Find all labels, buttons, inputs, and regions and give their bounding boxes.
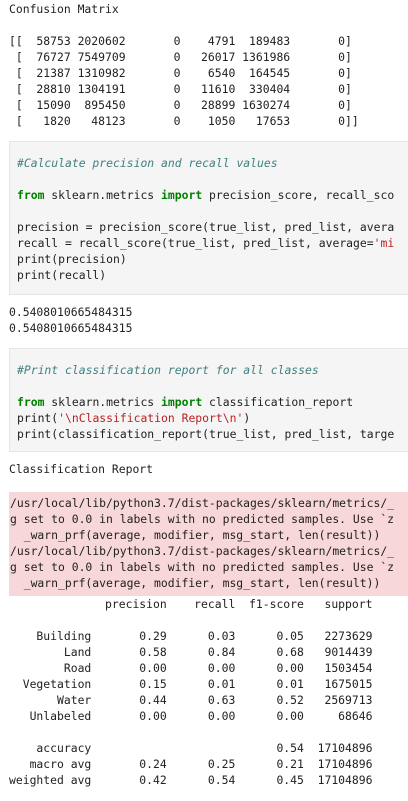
code-line-precision: precision = precision_score(true_list, p… <box>17 220 395 234</box>
warning-line: _warn_prf(average, modifier, msg_start, … <box>10 576 381 590</box>
code-text: print( <box>17 411 59 425</box>
import-names: classification_report <box>202 395 354 409</box>
report-row: Land 0.58 0.84 0.68 9014439 <box>9 645 373 659</box>
code-line-print: print(precision) <box>17 252 127 266</box>
warning-line: g set to 0.0 in labels with no predicted… <box>10 512 395 526</box>
keyword-from: from <box>17 395 45 409</box>
import-line: from sklearn.metrics import classificati… <box>10 394 408 410</box>
report-row: Unlabeled 0.00 0.00 0.00 68646 <box>9 709 373 723</box>
matrix-row: [ 21387 1310982 0 6540 164545 0] <box>9 66 352 80</box>
output-title: Confusion Matrix <box>9 2 119 16</box>
code-comment: #Print classification report for all cla… <box>17 363 319 377</box>
warning-line: /usr/local/lib/python3.7/dist-packages/s… <box>10 544 395 558</box>
matrix-row: [ 28810 1304191 0 11610 330404 0] <box>9 82 352 96</box>
output-title: Classification Report <box>9 462 154 476</box>
blank-line: ​ <box>0 724 408 740</box>
keyword-import: import <box>161 188 203 202</box>
report-output-title: Classification Report <box>0 461 408 477</box>
code-cell-classification-report[interactable]: #Print classification report for all cla… <box>9 348 408 452</box>
report-row: Building 0.29 0.03 0.05 2273629 <box>9 629 373 643</box>
code-text: recall = recall_score(true_list, pred_li… <box>17 236 374 250</box>
report-row-macro-avg: macro avg 0.24 0.25 0.21 17104896 <box>9 757 373 771</box>
import-names: precision_score, recall_sco <box>202 188 395 202</box>
confusion-matrix-output: Confusion Matrix ​ [[ 58753 2020602 0 47… <box>0 0 408 129</box>
report-row: Road 0.00 0.00 0.00 1503454 <box>9 661 373 675</box>
code-line-recall: recall = recall_score(true_list, pred_li… <box>10 235 408 251</box>
precision-recall-output: 0.5408010665484315 0.5408010665484315 <box>0 304 408 336</box>
warning-line: _warn_prf(average, modifier, msg_start, … <box>10 528 381 542</box>
matrix-row: [ 15090 895450 0 28899 1630274 0] <box>9 98 352 112</box>
stderr-warning-output: /usr/local/lib/python3.7/dist-packages/s… <box>9 492 408 596</box>
warning-line: /usr/local/lib/python3.7/dist-packages/s… <box>10 496 395 510</box>
string-literal: '\nClassification Report\n' <box>58 411 244 425</box>
keyword-from: from <box>17 188 45 202</box>
code-line-print-report: print(classification_report(true_list, p… <box>17 427 395 441</box>
report-row-accuracy: accuracy 0.54 17104896 <box>9 741 373 755</box>
code-text: ) <box>243 411 251 425</box>
module-name: sklearn.metrics <box>44 395 162 409</box>
string-literal: 'mi <box>373 236 395 250</box>
code-line-print-title: print('\nClassification Report\n') <box>10 410 408 426</box>
precision-value: 0.5408010665484315 <box>9 305 133 319</box>
matrix-row: [ 1820 48123 0 1050 17653 0]] <box>9 114 359 128</box>
report-row: Vegetation 0.15 0.01 0.01 1675015 <box>9 677 373 691</box>
keyword-import: import <box>161 395 203 409</box>
code-line-print: print(recall) <box>17 268 107 282</box>
recall-value: 0.5408010665484315 <box>9 321 133 335</box>
blank-line: ​ <box>0 17 408 33</box>
report-row: Water 0.44 0.63 0.52 2569713 <box>9 693 373 707</box>
classification-report-table: precision recall f1-score support ​ Buil… <box>0 596 408 788</box>
matrix-row: [ 76727 7549709 0 26017 1361986 0] <box>9 50 352 64</box>
matrix-row: [[ 58753 2020602 0 4791 189483 0] <box>9 34 352 48</box>
code-comment: #Calculate precision and recall values <box>17 156 278 170</box>
module-name: sklearn.metrics <box>44 188 162 202</box>
code-cell-precision-recall[interactable]: #Calculate precision and recall values ​… <box>9 141 408 295</box>
report-header: precision recall f1-score support <box>9 597 373 611</box>
warning-line: g set to 0.0 in labels with no predicted… <box>10 560 395 574</box>
import-line: from sklearn.metrics import precision_sc… <box>10 187 408 203</box>
report-row-weighted-avg: weighted avg 0.42 0.54 0.45 17104896 <box>9 773 373 787</box>
blank-line: ​ <box>0 612 408 628</box>
